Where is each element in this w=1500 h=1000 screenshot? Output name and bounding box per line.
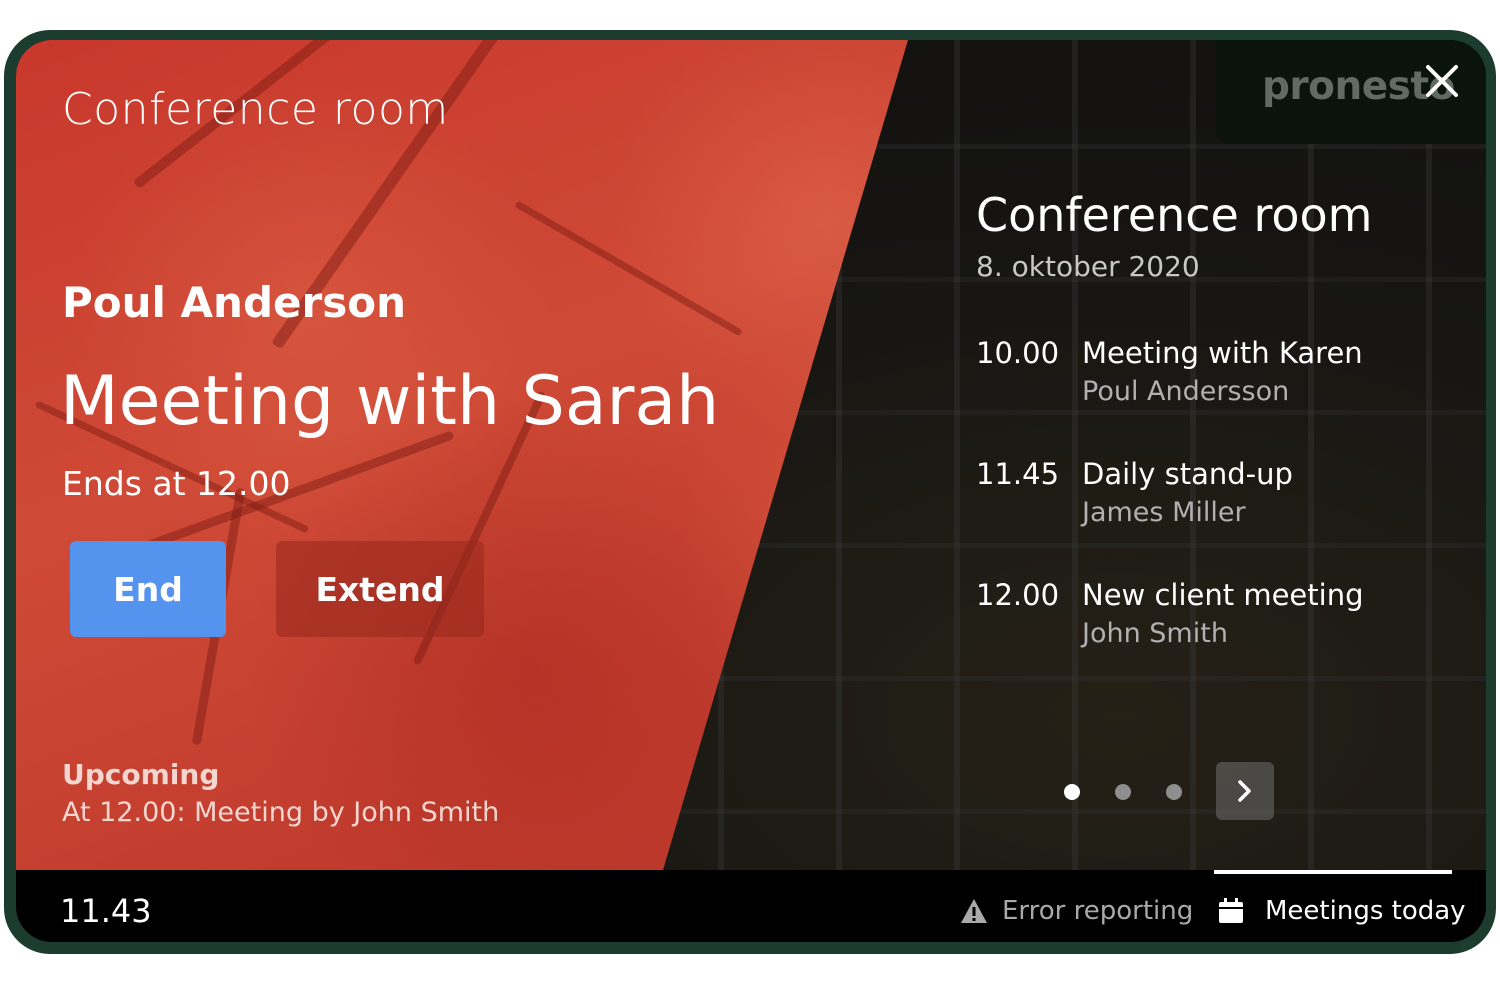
upcoming-label: Upcoming <box>62 758 220 791</box>
room-name: Conference room <box>62 84 449 135</box>
schedule-item[interactable]: 11.45 Daily stand-up James Miller <box>976 457 1456 557</box>
close-icon[interactable] <box>1423 62 1461 100</box>
end-button[interactable]: End <box>70 541 226 637</box>
meetings-today-tab[interactable]: Meetings today <box>1265 896 1466 926</box>
schedule-title: New client meeting <box>1082 578 1364 612</box>
schedule-item[interactable]: 10.00 Meeting with Karen Poul Andersson <box>976 336 1456 436</box>
schedule-title: Meeting with Karen <box>1082 336 1363 370</box>
next-page-button[interactable] <box>1216 762 1274 820</box>
clock: 11.43 <box>60 892 152 930</box>
schedule-room-name: Conference room <box>976 188 1373 242</box>
schedule-organizer: James Miller <box>1082 497 1246 528</box>
meeting-title: Meeting with Sarah <box>60 362 720 441</box>
upcoming-meeting-text: At 12.00: Meeting by John Smith <box>62 797 500 828</box>
schedule-organizer: Poul Andersson <box>1082 376 1290 407</box>
bottom-bar: 11.43 Error reporting Meetings today <box>16 870 1486 942</box>
schedule-time: 10.00 <box>976 336 1060 370</box>
pagination-dot[interactable] <box>1115 784 1131 800</box>
schedule-organizer: John Smith <box>1082 618 1228 649</box>
meeting-organizer: Poul Anderson <box>62 278 406 327</box>
schedule-item[interactable]: 12.00 New client meeting John Smith <box>976 578 1456 678</box>
screen: Conference room Poul Anderson Meeting wi… <box>16 40 1486 942</box>
active-tab-indicator <box>1214 870 1452 874</box>
schedule-time: 11.45 <box>976 457 1060 491</box>
brand-box: pronesto <box>1216 40 1486 144</box>
warning-icon[interactable] <box>960 898 988 924</box>
pagination-dot[interactable] <box>1166 784 1182 800</box>
schedule-title: Daily stand-up <box>1082 457 1293 491</box>
chevron-right-icon <box>1238 780 1251 802</box>
pagination-dot-active[interactable] <box>1064 784 1080 800</box>
error-reporting-button[interactable]: Error reporting <box>1002 896 1193 926</box>
calendar-icon[interactable] <box>1218 898 1244 924</box>
extend-button[interactable]: Extend <box>276 541 484 637</box>
schedule-time: 12.00 <box>976 578 1060 612</box>
schedule-date: 8. oktober 2020 <box>976 250 1200 283</box>
device-frame: Conference room Poul Anderson Meeting wi… <box>4 30 1496 954</box>
meeting-end-time: Ends at 12.00 <box>62 464 291 503</box>
